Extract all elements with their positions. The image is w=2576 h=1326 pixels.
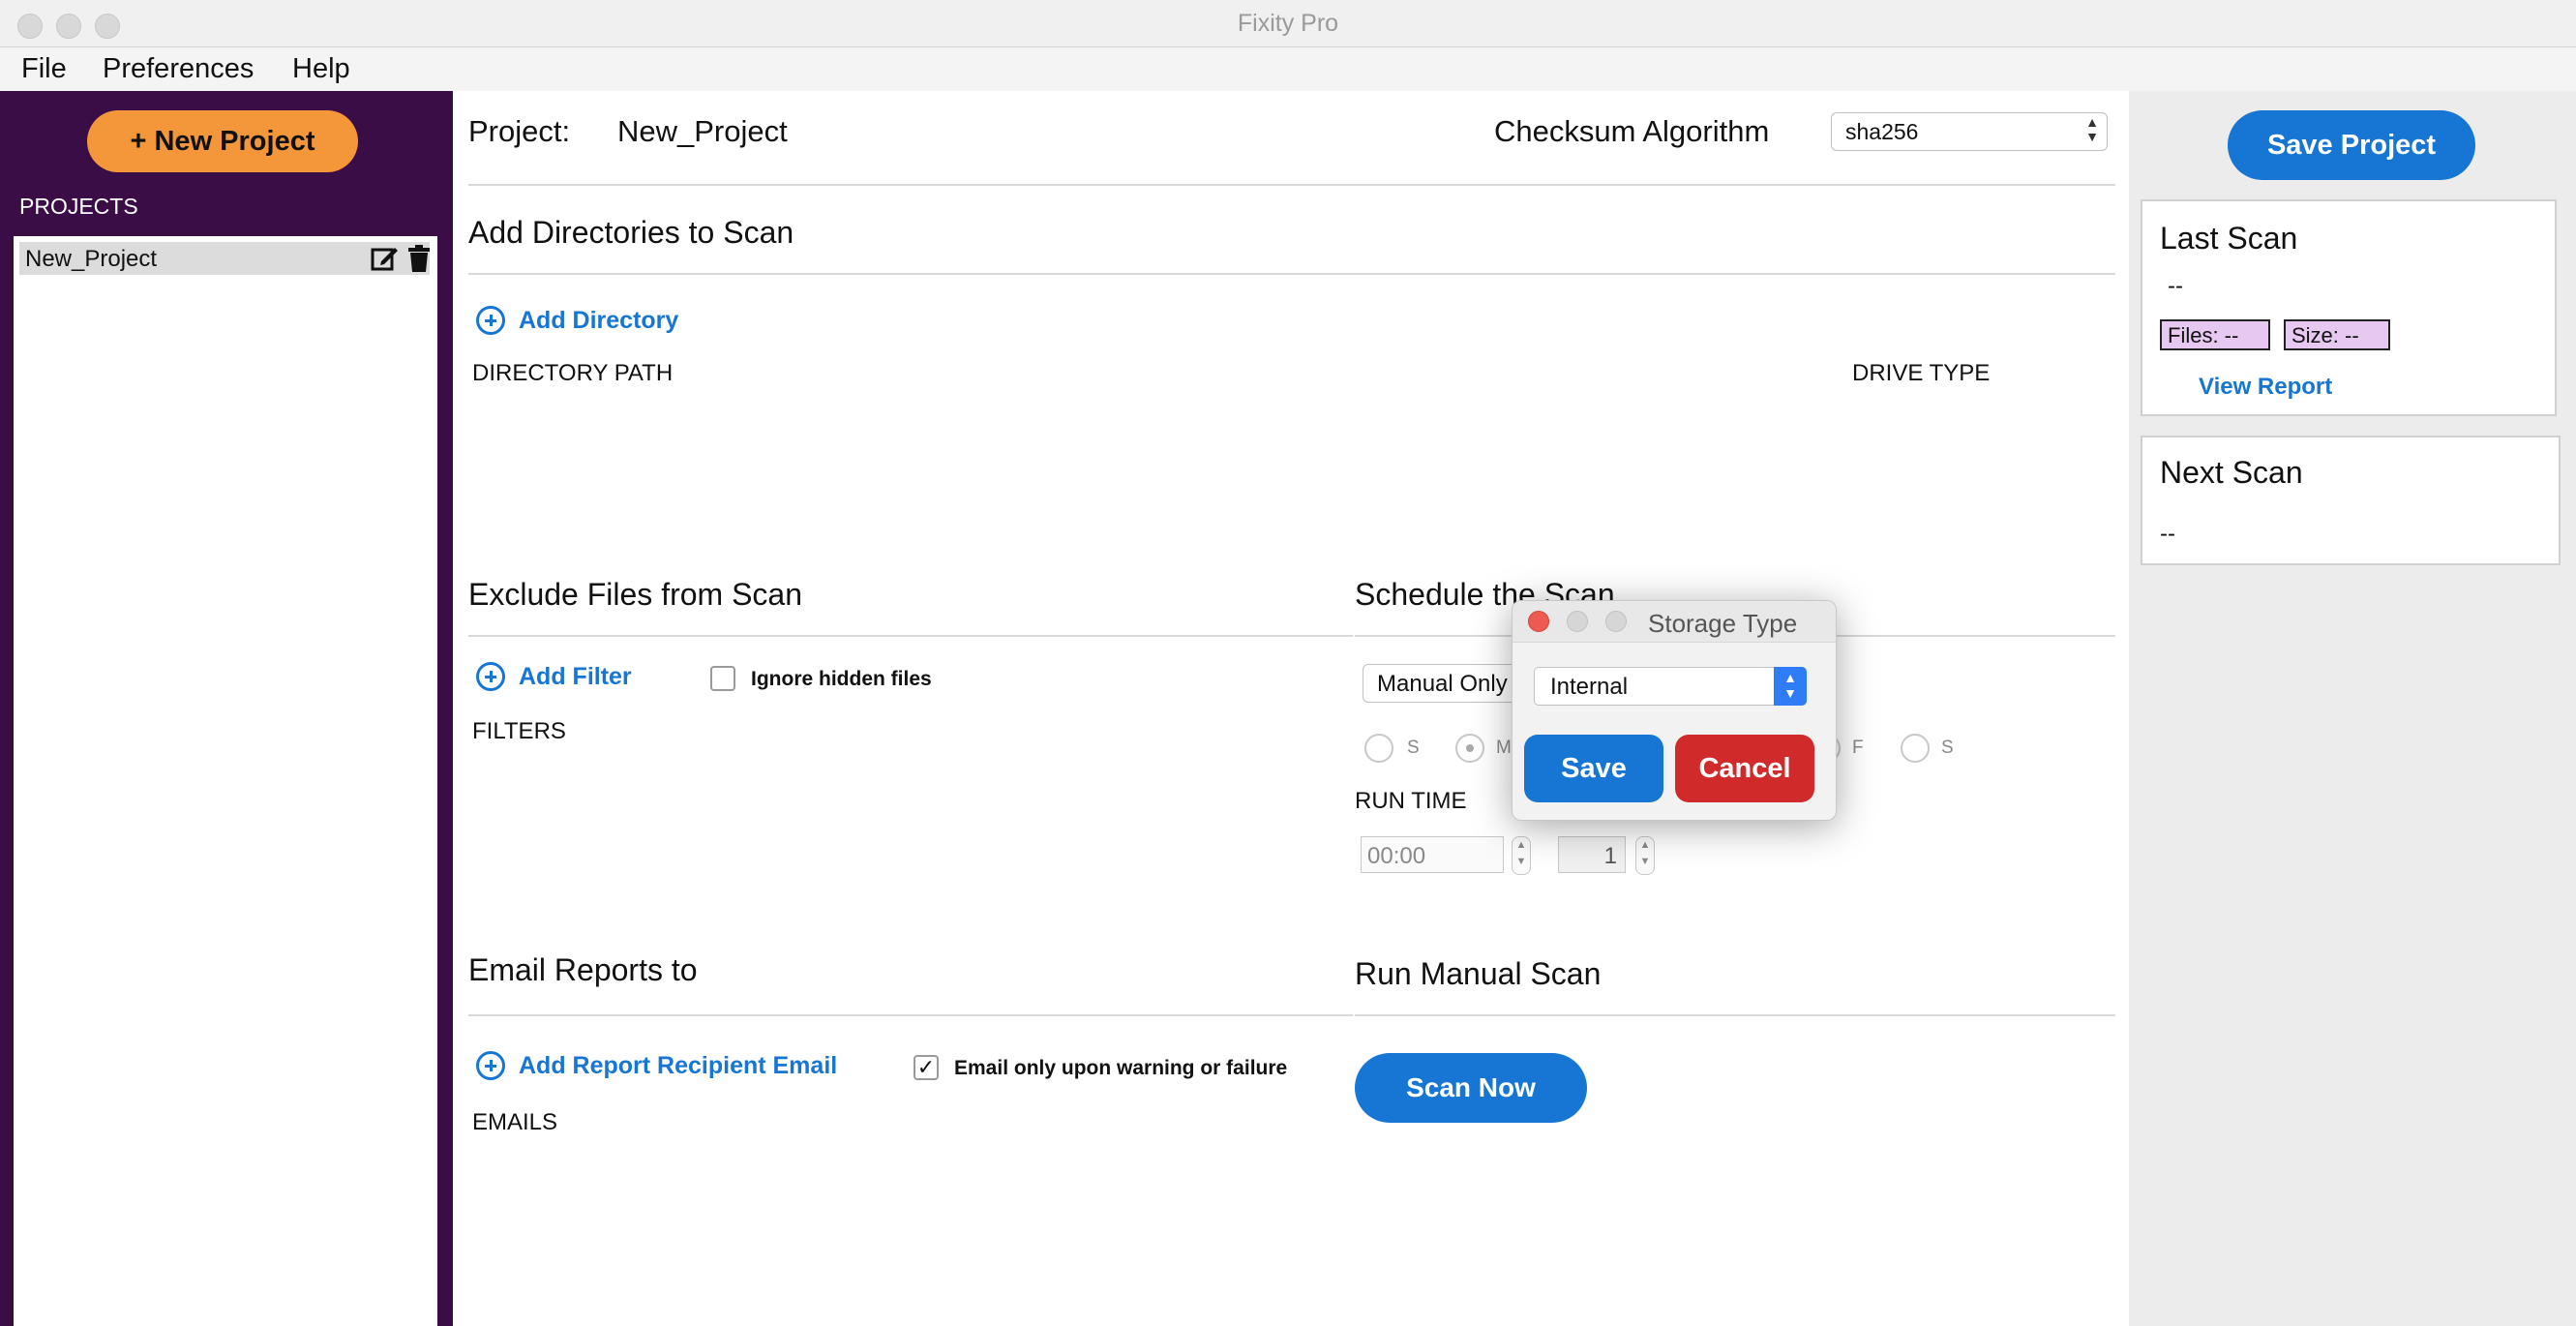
day-label-monday: M: [1496, 738, 1512, 758]
scan-now-button[interactable]: Scan Now: [1355, 1053, 1587, 1123]
add-report-recipient-button[interactable]: Add Report Recipient Email: [476, 1051, 837, 1080]
add-circle-icon: [476, 662, 505, 691]
view-report-link[interactable]: View Report: [2199, 374, 2332, 401]
day-radio-sunday[interactable]: [1364, 734, 1393, 763]
run-day-stepper[interactable]: ▲ ▼: [1635, 836, 1655, 875]
run-day-value: 1: [1603, 843, 1617, 869]
day-label-saturday: S: [1941, 738, 1954, 758]
add-filter-button[interactable]: Add Filter: [476, 662, 632, 691]
dialog-cancel-button[interactable]: Cancel: [1675, 735, 1814, 802]
size-tag: Size: --: [2284, 319, 2390, 350]
chevron-updown-icon: ▲ ▼: [2085, 114, 2099, 144]
ignore-hidden-label: Ignore hidden files: [751, 668, 932, 690]
last-scan-title: Last Scan: [2160, 221, 2298, 256]
exclude-section-title: Exclude Files from Scan: [468, 577, 803, 612]
dialog-zoom-button[interactable]: [1605, 611, 1627, 632]
day-radio-monday[interactable]: [1455, 734, 1484, 763]
menu-help[interactable]: Help: [292, 53, 350, 85]
email-section-title: Email Reports to: [468, 952, 698, 987]
checksum-algorithm-select[interactable]: sha256 ▲ ▼: [1831, 112, 2108, 151]
directories-section-title: Add Directories to Scan: [468, 215, 794, 250]
day-label-sunday: S: [1407, 738, 1420, 758]
window-titlebar: Fixity Pro: [0, 0, 2576, 47]
main-panel: Project: New_Project Checksum Algorithm …: [453, 91, 2129, 1326]
storage-type-dialog: Storage Type Internal ▲ ▼ Save Cancel: [1512, 600, 1837, 821]
menu-bar: File Preferences Help: [0, 47, 2576, 91]
emails-column-header: EMAILS: [472, 1109, 558, 1135]
window-title: Fixity Pro: [1237, 10, 1339, 37]
project-name: New_Project: [25, 246, 158, 272]
edit-icon[interactable]: [370, 244, 399, 273]
dialog-title: Storage Type: [1648, 609, 1798, 638]
next-scan-value: --: [2160, 521, 2175, 547]
divider: [468, 1014, 1353, 1016]
checksum-algorithm-label: Checksum Algorithm: [1494, 114, 1770, 148]
divider: [468, 184, 2115, 186]
dialog-save-button[interactable]: Save: [1524, 735, 1663, 802]
run-time-value: 00:00: [1367, 843, 1426, 869]
menu-file[interactable]: File: [21, 53, 67, 85]
add-directory-label: Add Directory: [519, 306, 679, 334]
manual-scan-section-title: Run Manual Scan: [1355, 956, 1602, 991]
divider: [468, 273, 2115, 275]
day-label-friday: F: [1852, 738, 1864, 758]
directory-path-column-header: DIRECTORY PATH: [472, 360, 674, 386]
add-circle-icon: [476, 1051, 505, 1080]
files-count-tag: Files: --: [2160, 319, 2270, 350]
projects-heading: PROJECTS: [19, 194, 138, 219]
next-scan-card: Next Scan --: [2141, 436, 2561, 565]
last-scan-value: --: [2168, 273, 2183, 299]
add-circle-icon: [476, 306, 505, 335]
project-list-item[interactable]: New_Project: [19, 242, 430, 275]
new-project-button[interactable]: + New Project: [87, 110, 358, 172]
last-scan-card: Last Scan -- Files: -- Size: -- View Rep…: [2141, 199, 2557, 416]
project-label: Project:: [468, 114, 571, 148]
filters-column-header: FILTERS: [472, 718, 566, 744]
chevron-updown-icon: ▲ ▼: [1774, 667, 1807, 706]
project-name-heading: New_Project: [617, 114, 788, 148]
run-time-label: RUN TIME: [1355, 788, 1467, 814]
storage-type-select[interactable]: Internal ▲ ▼: [1534, 667, 1807, 706]
menu-preferences[interactable]: Preferences: [103, 53, 254, 85]
project-list: New_Project: [14, 236, 437, 1326]
trash-icon[interactable]: [406, 244, 432, 273]
add-report-recipient-label: Add Report Recipient Email: [519, 1051, 838, 1079]
divider: [468, 635, 1353, 637]
drive-type-column-header: DRIVE TYPE: [1852, 360, 1991, 386]
dialog-close-button[interactable]: [1528, 611, 1549, 632]
divider: [1355, 1014, 2115, 1016]
email-warning-only-label: Email only upon warning or failure: [954, 1057, 1288, 1079]
schedule-frequency-value: Manual Only: [1377, 671, 1508, 697]
run-time-input[interactable]: 00:00: [1361, 836, 1504, 873]
run-time-stepper[interactable]: ▲ ▼: [1512, 836, 1531, 875]
add-directory-button[interactable]: Add Directory: [476, 306, 678, 335]
dialog-titlebar: Storage Type: [1513, 601, 1836, 643]
email-warning-only-checkbox[interactable]: ✓: [914, 1055, 939, 1080]
storage-type-value: Internal: [1550, 674, 1629, 700]
add-filter-label: Add Filter: [519, 662, 632, 690]
day-radio-saturday[interactable]: [1901, 734, 1930, 763]
checksum-algorithm-value: sha256: [1845, 119, 1919, 144]
dialog-minimize-button[interactable]: [1567, 611, 1588, 632]
next-scan-title: Next Scan: [2160, 455, 2303, 490]
sidebar: + New Project PROJECTS New_Project: [0, 91, 453, 1326]
ignore-hidden-checkbox[interactable]: [710, 666, 735, 691]
run-day-input[interactable]: 1: [1558, 836, 1626, 873]
right-panel: Save Project Last Scan -- Files: -- Size…: [2129, 91, 2576, 1326]
save-project-button[interactable]: Save Project: [2228, 110, 2475, 180]
